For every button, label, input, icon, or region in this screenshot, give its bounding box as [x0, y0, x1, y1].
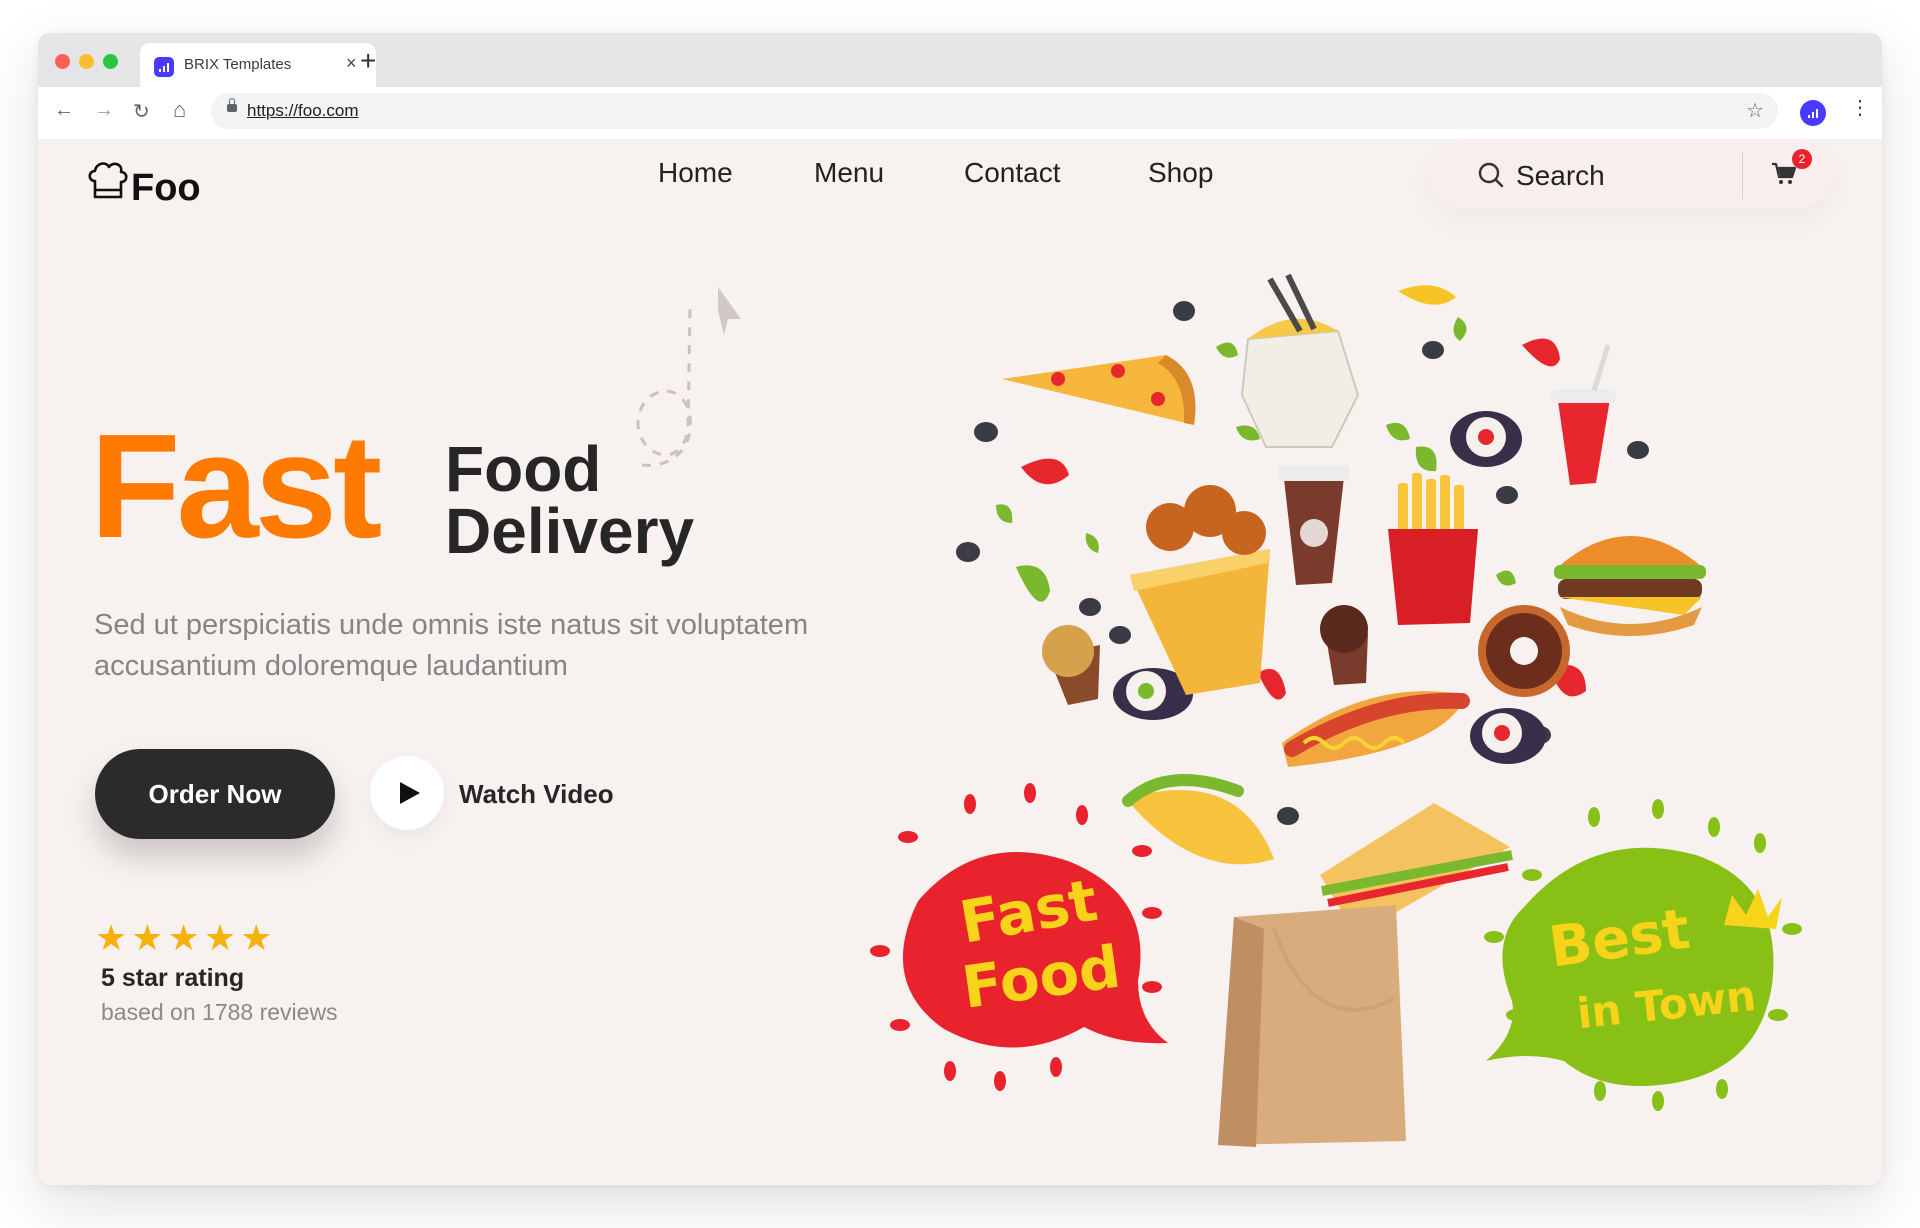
brix-favicon-icon: [154, 57, 174, 77]
address-bar[interactable]: https://foo.com ☆: [211, 93, 1778, 129]
lock-icon: [227, 98, 237, 112]
minimize-window-button[interactable]: [79, 54, 94, 69]
url-text[interactable]: https://foo.com: [247, 101, 359, 121]
tab-bar: BRIX Templates × +: [38, 33, 1882, 87]
home-icon[interactable]: ⌂: [173, 97, 186, 123]
new-tab-button[interactable]: +: [360, 45, 376, 77]
page-content: Foo Home Menu Contact Shop Search 2 Fast…: [38, 139, 1882, 1185]
bookmark-star-icon[interactable]: ☆: [1746, 98, 1764, 123]
profile-icon[interactable]: [1800, 100, 1826, 126]
badge-best-in-town: Best in Town: [1484, 799, 1802, 1111]
browser-window: BRIX Templates × + ← → ↻ ⌂ https://foo.c…: [38, 33, 1882, 1185]
tab-close-icon[interactable]: ×: [346, 53, 357, 74]
tab-title: BRIX Templates: [184, 56, 292, 73]
food-illustration: Fast Food Best in Town: [870, 273, 1802, 1147]
browser-tab[interactable]: BRIX Templates ×: [140, 43, 376, 87]
back-arrow-icon[interactable]: ←: [54, 99, 74, 122]
kebab-menu-icon[interactable]: ⋮: [1850, 98, 1870, 118]
forward-arrow-icon[interactable]: →: [94, 99, 114, 122]
maximize-window-button[interactable]: [103, 54, 118, 69]
badge-fast-food: Fast Food: [870, 783, 1168, 1091]
browser-toolbar: ← → ↻ ⌂ https://foo.com ☆ ⋮: [38, 87, 1882, 139]
close-window-button[interactable]: [55, 54, 70, 69]
reload-icon[interactable]: ↻: [133, 99, 150, 124]
